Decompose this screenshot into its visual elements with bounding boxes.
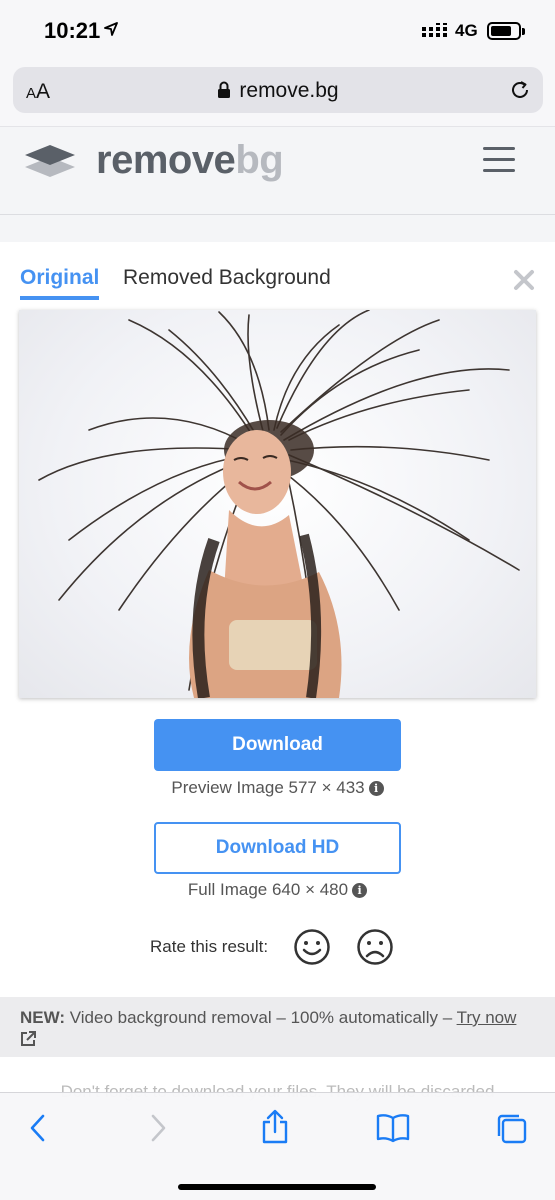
url-display[interactable]: remove.bg: [13, 79, 543, 103]
header-divider: [0, 196, 555, 242]
network-type: 4G: [455, 21, 478, 40]
close-icon[interactable]: [513, 269, 535, 291]
rate-label: Rate this result:: [150, 937, 269, 956]
promo-banner: NEW: Video background removal – 100% aut…: [0, 997, 555, 1057]
site-header: removebg: [0, 126, 555, 196]
download-button[interactable]: Download: [154, 719, 401, 771]
bookmarks-icon[interactable]: [376, 1113, 410, 1143]
status-bar: 10:21 4G: [0, 0, 555, 62]
reload-icon[interactable]: [509, 79, 531, 101]
woman-hair-photo: [38, 310, 520, 698]
download-hd-button[interactable]: Download HD: [154, 822, 401, 874]
share-icon[interactable]: [260, 1109, 290, 1145]
hamburger-menu-icon[interactable]: [483, 147, 515, 173]
location-arrow-icon: [104, 22, 118, 36]
smiley-sad-icon[interactable]: [356, 928, 394, 966]
tab-removed-background[interactable]: Removed Background: [123, 266, 331, 290]
signal-icon: [422, 23, 447, 37]
result-image: [19, 310, 536, 698]
site-logo[interactable]: removebg: [96, 138, 284, 183]
full-image-info: Full Image 640 × 480 i: [0, 880, 555, 900]
browser-address-area: AA remove.bg: [0, 62, 555, 126]
smiley-happy-icon[interactable]: [293, 928, 331, 966]
status-time: 10:21: [44, 18, 101, 43]
back-icon[interactable]: [28, 1113, 48, 1143]
promo-text: Video background removal – 100% automati…: [65, 1008, 457, 1027]
preview-image-info: Preview Image 577 × 433 i: [0, 778, 555, 798]
logo-layers-icon[interactable]: [23, 143, 77, 183]
browser-toolbar: [0, 1092, 555, 1200]
promo-try-now-link[interactable]: Try now: [457, 1008, 517, 1027]
info-icon[interactable]: i: [352, 883, 368, 898]
tab-original[interactable]: Original: [20, 266, 100, 300]
url-text: remove.bg: [239, 79, 339, 102]
tabs-icon[interactable]: [496, 1113, 528, 1145]
promo-new-label: NEW:: [20, 1008, 66, 1027]
info-icon[interactable]: i: [368, 781, 384, 796]
home-indicator: [178, 1184, 376, 1190]
result-card: Original Removed Background Download Pre…: [0, 242, 555, 997]
forward-icon[interactable]: [148, 1113, 168, 1143]
lock-icon: [218, 81, 231, 98]
external-link-icon[interactable]: [20, 1030, 37, 1047]
address-bar[interactable]: AA remove.bg: [13, 67, 543, 113]
battery-icon: [487, 22, 525, 40]
